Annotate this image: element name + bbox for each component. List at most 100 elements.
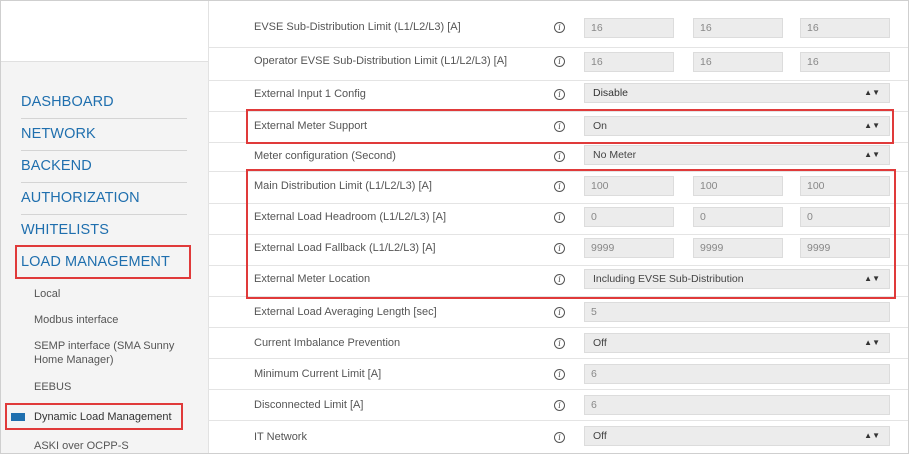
form-row-external-load-averaging-length: External Load Averaging Length [sec] i 5	[208, 297, 908, 328]
form-row-disconnected-limit: Disconnected Limit [A] i 6	[208, 390, 908, 421]
nav-authorization[interactable]: AUTHORIZATION	[21, 183, 187, 215]
l2-input[interactable]: 9999	[693, 238, 783, 258]
field-label: External Load Averaging Length [sec]	[254, 306, 437, 318]
l3-input[interactable]: 16	[800, 18, 890, 38]
l2-input[interactable]: 0	[693, 207, 783, 227]
sidebar: DASHBOARD NETWORK BACKEND AUTHORIZATION …	[1, 1, 209, 453]
sub-nav-dynamic-load-management[interactable]: Dynamic Load Management	[1, 410, 172, 424]
sub-nav-label: ASKI over OCPP-S	[34, 440, 129, 452]
field-label: Operator EVSE Sub-Distribution Limit (L1…	[254, 55, 508, 67]
select-arrows-icon: ▲▼	[864, 88, 880, 97]
select-arrows-icon: ▲▼	[864, 150, 880, 159]
select-value: No Meter	[593, 149, 637, 161]
info-icon[interactable]: i	[554, 22, 565, 33]
form-row-it-network: IT Network i Off ▲▼	[208, 421, 908, 453]
nav-dashboard[interactable]: DASHBOARD	[21, 87, 187, 119]
main-nav: DASHBOARD NETWORK BACKEND AUTHORIZATION …	[21, 87, 187, 279]
info-icon[interactable]: i	[554, 243, 565, 254]
sub-nav-local[interactable]: Local	[1, 287, 60, 301]
form-row-meter-configuration-second: Meter configuration (Second) i No Meter ▲…	[208, 144, 908, 172]
form-row-external-load-headroom: External Load Headroom (L1/L2/L3) [A] i …	[208, 204, 908, 235]
nav-backend[interactable]: BACKEND	[21, 151, 187, 183]
sub-nav-label: EEBUS	[34, 381, 72, 393]
field-label: Current Imbalance Prevention	[254, 337, 401, 349]
sub-nav-label: Dynamic Load Management	[34, 411, 172, 423]
info-icon[interactable]: i	[554, 432, 565, 443]
l1-input[interactable]: 9999	[584, 238, 674, 258]
nav-load-management[interactable]: LOAD MANAGEMENT	[21, 247, 187, 279]
sidebar-header	[1, 1, 208, 62]
select-arrows-icon: ▲▼	[864, 338, 880, 347]
l3-input[interactable]: 0	[800, 207, 890, 227]
form-row-external-meter-location: External Meter Location i Including EVSE…	[208, 266, 908, 297]
select-value: Including EVSE Sub-Distribution	[593, 273, 744, 285]
field-label: Main Distribution Limit (L1/L2/L3) [A]	[254, 180, 432, 192]
field-label: Disconnected Limit [A]	[254, 399, 364, 411]
form-row-minimum-current-limit: Minimum Current Limit [A] i 6	[208, 359, 908, 390]
info-icon[interactable]: i	[554, 56, 565, 67]
minimum-current-limit-input[interactable]: 6	[584, 364, 890, 384]
info-icon[interactable]: i	[554, 181, 565, 192]
l1-input[interactable]: 16	[584, 52, 674, 72]
field-label: EVSE Sub-Distribution Limit (L1/L2/L3) […	[254, 21, 461, 33]
info-icon[interactable]: i	[554, 89, 565, 100]
active-indicator	[11, 413, 25, 421]
l1-input[interactable]: 16	[584, 18, 674, 38]
meter-configuration-select[interactable]: No Meter ▲▼	[584, 145, 890, 165]
select-value: Off	[593, 337, 607, 349]
info-icon[interactable]: i	[554, 369, 565, 380]
info-icon[interactable]: i	[554, 151, 565, 162]
l2-input[interactable]: 16	[693, 18, 783, 38]
field-label: External Load Fallback (L1/L2/L3) [A]	[254, 242, 436, 254]
form-row-evse-sub-distribution-limit: EVSE Sub-Distribution Limit (L1/L2/L3) […	[208, 18, 908, 48]
l3-input[interactable]: 100	[800, 176, 890, 196]
field-label: External Meter Location	[254, 273, 371, 285]
info-icon[interactable]: i	[554, 212, 565, 223]
l1-input[interactable]: 100	[584, 176, 674, 196]
it-network-select[interactable]: Off ▲▼	[584, 426, 890, 446]
field-label: External Meter Support	[254, 120, 368, 132]
info-icon[interactable]: i	[554, 338, 565, 349]
field-label: IT Network	[254, 431, 307, 443]
info-icon[interactable]: i	[554, 121, 565, 132]
select-arrows-icon: ▲▼	[864, 121, 880, 130]
nav-whitelists[interactable]: WHITELISTS	[21, 215, 187, 247]
sub-nav-aski[interactable]: ASKI over OCPP-S	[1, 439, 129, 453]
form-row-operator-evse-sub-distribution-limit: Operator EVSE Sub-Distribution Limit (L1…	[208, 51, 908, 81]
external-meter-location-select[interactable]: Including EVSE Sub-Distribution ▲▼	[584, 269, 890, 289]
app-frame: DASHBOARD NETWORK BACKEND AUTHORIZATION …	[0, 0, 909, 454]
form-row-current-imbalance-prevention: Current Imbalance Prevention i Off ▲▼	[208, 328, 908, 359]
external-input-1-select[interactable]: Disable ▲▼	[584, 83, 890, 103]
external-meter-support-select[interactable]: On ▲▼	[584, 116, 890, 136]
select-arrows-icon: ▲▼	[864, 274, 880, 283]
l3-input[interactable]: 9999	[800, 238, 890, 258]
form-row-external-meter-support: External Meter Support i On ▲▼	[208, 113, 908, 143]
select-value: Disable	[593, 87, 629, 99]
info-icon[interactable]: i	[554, 307, 565, 318]
field-label: External Load Headroom (L1/L2/L3) [A]	[254, 211, 447, 223]
sub-nav-label: Modbus interface	[34, 314, 119, 326]
select-arrows-icon: ▲▼	[864, 431, 880, 440]
field-label: External Input 1 Config	[254, 88, 366, 100]
sub-nav-modbus[interactable]: Modbus interface	[1, 313, 118, 327]
field-label: Meter configuration (Second)	[254, 150, 396, 162]
sub-nav-eebus[interactable]: EEBUS	[1, 380, 71, 394]
sub-nav-label: Local	[34, 288, 61, 300]
l3-input[interactable]: 16	[800, 52, 890, 72]
info-icon[interactable]: i	[554, 400, 565, 411]
form-row-external-load-fallback: External Load Fallback (L1/L2/L3) [A] i …	[208, 235, 908, 266]
l2-input[interactable]: 16	[693, 52, 783, 72]
form-row-main-distribution-limit: Main Distribution Limit (L1/L2/L3) [A] i…	[208, 173, 908, 204]
nav-network[interactable]: NETWORK	[21, 119, 187, 151]
info-icon[interactable]: i	[554, 274, 565, 285]
l1-input[interactable]: 0	[584, 207, 674, 227]
disconnected-limit-input[interactable]: 6	[584, 395, 890, 415]
field-label: Minimum Current Limit [A]	[254, 368, 382, 380]
l2-input[interactable]: 100	[693, 176, 783, 196]
sub-nav-semp[interactable]: SEMP interface (SMA Sunny Home Manager)	[1, 339, 181, 367]
select-value: On	[593, 120, 608, 132]
averaging-length-input[interactable]: 5	[584, 302, 890, 322]
select-value: Off	[593, 430, 607, 442]
current-imbalance-prevention-select[interactable]: Off ▲▼	[584, 333, 890, 353]
form-row-external-input-1-config: External Input 1 Config i Disable ▲▼	[208, 82, 908, 112]
